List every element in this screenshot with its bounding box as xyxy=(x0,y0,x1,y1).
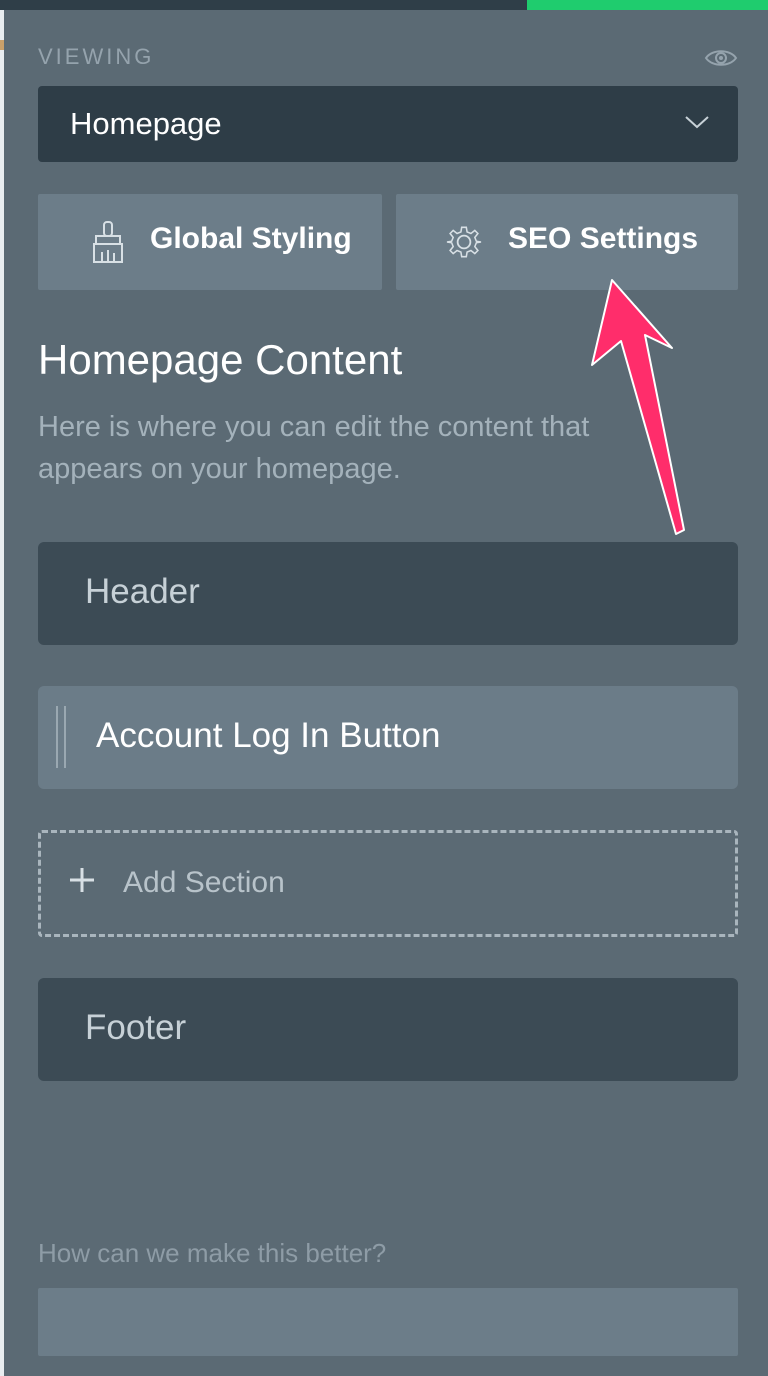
add-section-label: Add Section xyxy=(123,866,285,899)
page-description: Here is where you can edit the content t… xyxy=(38,411,590,485)
editor-panel: VIEWING Homepage Global Styling SEO Sett… xyxy=(0,0,768,1376)
page-title: Homepage Content xyxy=(38,336,403,383)
plus-icon xyxy=(70,868,94,892)
progress-accent-bar xyxy=(527,0,768,10)
section-footer-label: Footer xyxy=(85,1008,187,1047)
global-styling-label: Global Styling xyxy=(150,222,352,255)
paintbrush-icon xyxy=(93,221,123,263)
feedback-input[interactable] xyxy=(38,1288,738,1356)
page-select[interactable]: Homepage xyxy=(38,86,738,162)
section-account-label: Account Log In Button xyxy=(96,716,441,755)
section-header-label: Header xyxy=(85,572,200,611)
drag-handle-icon[interactable] xyxy=(55,706,67,768)
feedback-label: How can we make this better? xyxy=(38,1238,387,1268)
viewing-label: VIEWING xyxy=(38,44,155,69)
seo-settings-button[interactable]: SEO Settings xyxy=(396,194,738,290)
add-section-button[interactable]: Add Section xyxy=(38,830,738,937)
section-account-log-in-button[interactable]: Account Log In Button xyxy=(38,686,738,789)
top-bar xyxy=(0,0,527,10)
page-select-value: Homepage xyxy=(70,106,222,141)
chevron-down-icon xyxy=(685,116,709,129)
section-header[interactable]: Header xyxy=(38,542,738,645)
section-footer[interactable]: Footer xyxy=(38,978,738,1081)
preview-edge-accent xyxy=(0,40,4,50)
seo-settings-label: SEO Settings xyxy=(508,222,699,255)
eye-icon[interactable] xyxy=(704,46,738,70)
global-styling-button[interactable]: Global Styling xyxy=(38,194,382,290)
preview-edge xyxy=(0,10,4,1376)
gear-icon xyxy=(446,226,482,258)
